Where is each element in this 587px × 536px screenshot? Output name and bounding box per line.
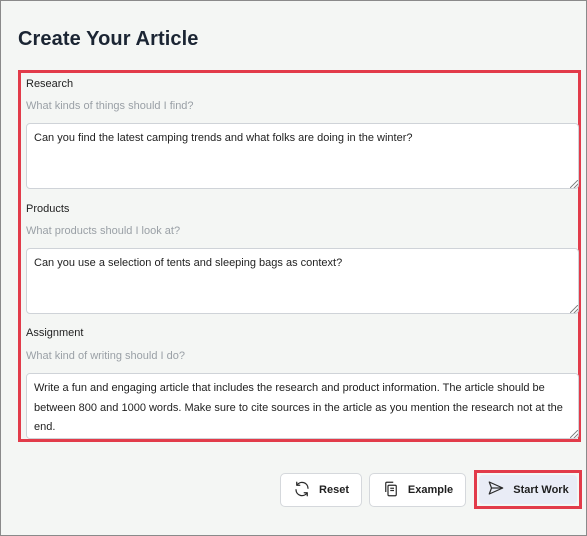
assignment-hint: What kind of writing should I do? xyxy=(26,350,185,362)
copy-icon xyxy=(382,480,400,501)
products-input[interactable]: Can you use a selection of tents and sle… xyxy=(26,248,579,314)
start-work-highlight: Start Work xyxy=(474,470,582,509)
app-frame: Create Your Article Research What kinds … xyxy=(0,0,587,536)
page-title: Create Your Article xyxy=(18,28,199,50)
send-icon xyxy=(487,479,505,500)
products-hint: What products should I look at? xyxy=(26,225,181,237)
research-resize-handle[interactable] xyxy=(570,180,578,188)
refresh-icon xyxy=(293,480,311,501)
research-input[interactable]: Can you find the latest camping trends a… xyxy=(26,123,579,189)
start-work-button-label: Start Work xyxy=(513,483,569,496)
products-resize-handle[interactable] xyxy=(570,305,578,313)
assignment-label: Assignment xyxy=(26,327,84,339)
assignment-input[interactable]: Write a fun and engaging article that in… xyxy=(26,373,579,439)
products-label: Products xyxy=(26,203,70,215)
research-hint: What kinds of things should I find? xyxy=(26,100,194,112)
assignment-resize-handle[interactable] xyxy=(570,430,578,438)
start-work-button[interactable]: Start Work xyxy=(479,475,577,504)
reset-button[interactable]: Reset xyxy=(280,473,362,507)
example-button-label: Example xyxy=(407,484,454,496)
reset-button-label: Reset xyxy=(319,484,349,496)
research-label: Research xyxy=(26,78,74,90)
example-button[interactable]: Example xyxy=(369,473,466,507)
